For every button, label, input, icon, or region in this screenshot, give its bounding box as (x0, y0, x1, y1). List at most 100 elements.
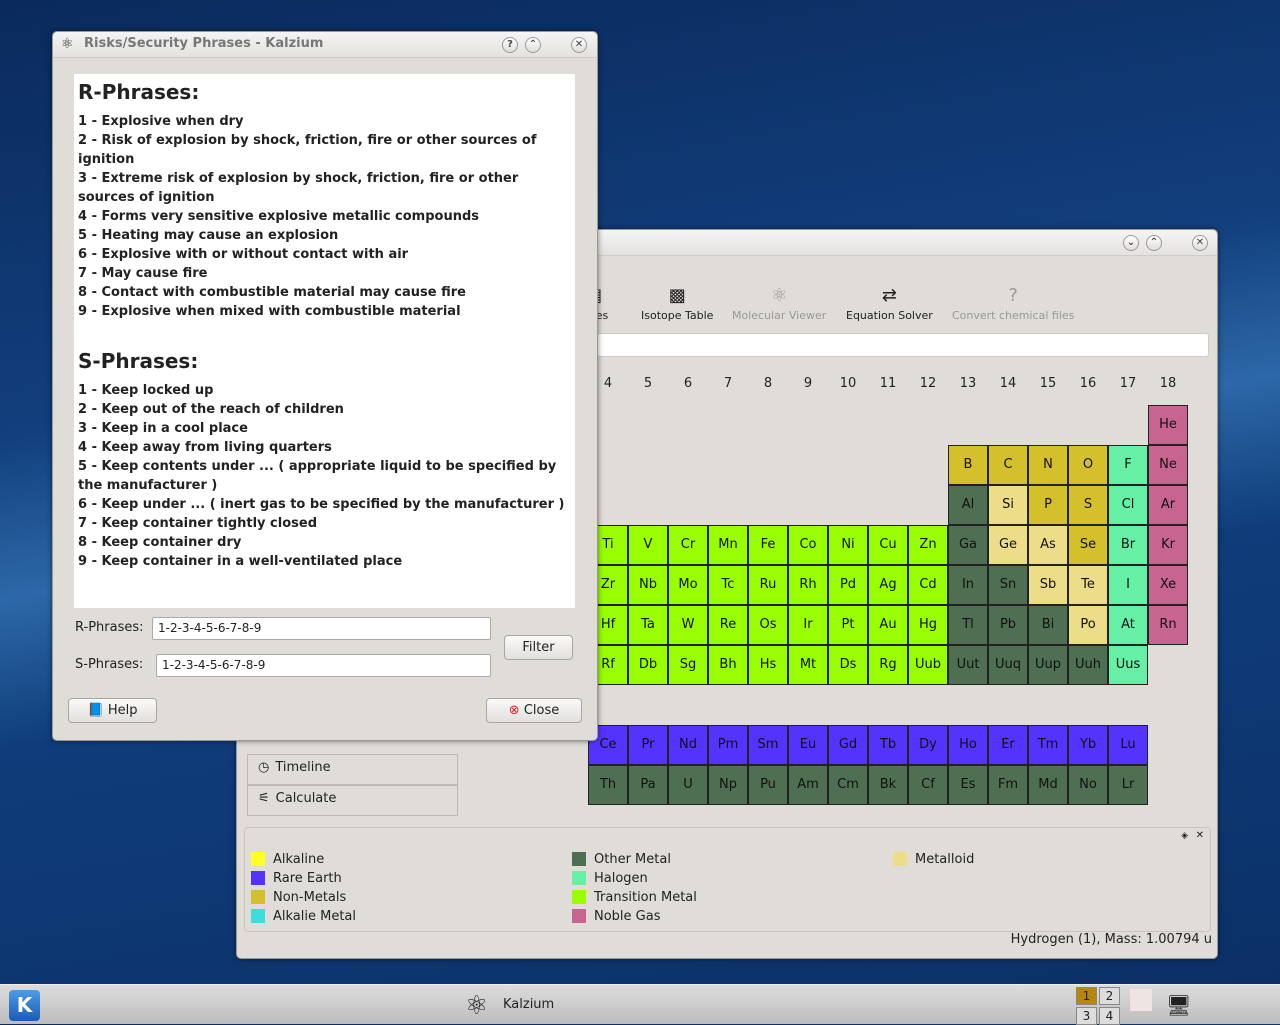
element-At[interactable]: At (1108, 605, 1148, 645)
element-Ho[interactable]: Ho (948, 725, 988, 765)
element-Pm[interactable]: Pm (708, 725, 748, 765)
element-Ds[interactable]: Ds (828, 645, 868, 685)
element-Pb[interactable]: Pb (988, 605, 1028, 645)
element-Sb[interactable]: Sb (1028, 565, 1068, 605)
element-Er[interactable]: Er (988, 725, 1028, 765)
element-Br[interactable]: Br (1108, 525, 1148, 565)
element-Yb[interactable]: Yb (1068, 725, 1108, 765)
close-button[interactable]: ⊗ Close (486, 698, 582, 723)
element-Sg[interactable]: Sg (668, 645, 708, 685)
element-Cl[interactable]: Cl (1108, 485, 1148, 525)
element-Mo[interactable]: Mo (668, 565, 708, 605)
element-Co[interactable]: Co (788, 525, 828, 565)
element-Rg[interactable]: Rg (868, 645, 908, 685)
element-Cr[interactable]: Cr (668, 525, 708, 565)
element-F[interactable]: F (1108, 445, 1148, 485)
element-Sm[interactable]: Sm (748, 725, 788, 765)
element-Ge[interactable]: Ge (988, 525, 1028, 565)
dialog-titlebar[interactable]: ⚛ Risks/Security Phrases - Kalzium ? ⌃ ✕ (53, 32, 597, 58)
desktop-1[interactable]: 1 (1076, 987, 1097, 1005)
element-He[interactable]: He (1148, 405, 1188, 445)
element-Ar[interactable]: Ar (1148, 485, 1188, 525)
element-Db[interactable]: Db (628, 645, 668, 685)
element-Cu[interactable]: Cu (868, 525, 908, 565)
element-C[interactable]: C (988, 445, 1028, 485)
element-Xe[interactable]: Xe (1148, 565, 1188, 605)
element-Bk[interactable]: Bk (868, 765, 908, 805)
element-Gd[interactable]: Gd (828, 725, 868, 765)
search-bar[interactable] (597, 333, 1209, 357)
phrases-text-view[interactable]: R-Phrases: 1 - Explosive when dry 2 - Ris… (74, 74, 575, 608)
element-Fe[interactable]: Fe (748, 525, 788, 565)
element-S[interactable]: S (1068, 485, 1108, 525)
element-As[interactable]: As (1028, 525, 1068, 565)
element-Au[interactable]: Au (868, 605, 908, 645)
element-Ne[interactable]: Ne (1148, 445, 1188, 485)
element-Po[interactable]: Po (1068, 605, 1108, 645)
element-Sn[interactable]: Sn (988, 565, 1028, 605)
element-Hg[interactable]: Hg (908, 605, 948, 645)
sidebar-item-calculate[interactable]: ⚟ Calculate (247, 785, 458, 816)
element-N[interactable]: N (1028, 445, 1068, 485)
element-Pt[interactable]: Pt (828, 605, 868, 645)
element-Te[interactable]: Te (1068, 565, 1108, 605)
element-Dy[interactable]: Dy (908, 725, 948, 765)
toolbar-button-3[interactable]: ⇄ Equation Solver (846, 285, 933, 322)
element-Cm[interactable]: Cm (828, 765, 868, 805)
element-Pu[interactable]: Pu (748, 765, 788, 805)
element-Md[interactable]: Md (1028, 765, 1068, 805)
element-Tb[interactable]: Tb (868, 725, 908, 765)
element-Ta[interactable]: Ta (628, 605, 668, 645)
element-P[interactable]: P (1028, 485, 1068, 525)
element-Th[interactable]: Th (588, 765, 628, 805)
element-U[interactable]: U (668, 765, 708, 805)
element-Nd[interactable]: Nd (668, 725, 708, 765)
legend-float-button[interactable]: ◈ (1181, 831, 1188, 841)
element-Uuq[interactable]: Uuq (988, 645, 1028, 685)
element-Uus[interactable]: Uus (1108, 645, 1148, 685)
element-B[interactable]: B (948, 445, 988, 485)
element-Uuh[interactable]: Uuh (1068, 645, 1108, 685)
element-Tc[interactable]: Tc (708, 565, 748, 605)
element-Ru[interactable]: Ru (748, 565, 788, 605)
element-Zn[interactable]: Zn (908, 525, 948, 565)
element-In[interactable]: In (948, 565, 988, 605)
maximize-button[interactable]: ⌃ (525, 37, 541, 53)
element-Ni[interactable]: Ni (828, 525, 868, 565)
toolbar-button-1[interactable]: ▩ Isotope Table (641, 285, 713, 322)
element-Es[interactable]: Es (948, 765, 988, 805)
element-Mt[interactable]: Mt (788, 645, 828, 685)
element-Se[interactable]: Se (1068, 525, 1108, 565)
element-Ag[interactable]: Ag (868, 565, 908, 605)
element-Cf[interactable]: Cf (908, 765, 948, 805)
element-Rh[interactable]: Rh (788, 565, 828, 605)
element-Ga[interactable]: Ga (948, 525, 988, 565)
element-Re[interactable]: Re (708, 605, 748, 645)
s-phrases-input[interactable]: 1-2-3-4-5-6-7-8-9 (156, 654, 491, 677)
element-Kr[interactable]: Kr (1148, 525, 1188, 565)
toolbar-button-4[interactable]: ? Convert chemical files (952, 285, 1074, 322)
element-V[interactable]: V (628, 525, 668, 565)
maximize-button[interactable]: ⌃ (1146, 235, 1162, 251)
element-Nb[interactable]: Nb (628, 565, 668, 605)
element-Lu[interactable]: Lu (1108, 725, 1148, 765)
element-O[interactable]: O (1068, 445, 1108, 485)
close-window-button[interactable]: ✕ (571, 37, 587, 53)
element-No[interactable]: No (1068, 765, 1108, 805)
element-Bi[interactable]: Bi (1028, 605, 1068, 645)
element-Al[interactable]: Al (948, 485, 988, 525)
element-Np[interactable]: Np (708, 765, 748, 805)
toolbar-button-2[interactable]: ⚛ Molecular Viewer (732, 285, 826, 322)
element-Eu[interactable]: Eu (788, 725, 828, 765)
element-Os[interactable]: Os (748, 605, 788, 645)
element-Uup[interactable]: Uup (1028, 645, 1068, 685)
sidebar-item-timeline[interactable]: ◷ Timeline (247, 754, 458, 785)
element-Si[interactable]: Si (988, 485, 1028, 525)
r-phrases-input[interactable]: 1-2-3-4-5-6-7-8-9 (152, 617, 491, 640)
element-Rn[interactable]: Rn (1148, 605, 1188, 645)
filter-button[interactable]: Filter (504, 635, 573, 660)
help-context-button[interactable]: ? (502, 37, 518, 53)
desktop-3[interactable]: 3 (1076, 1007, 1097, 1025)
legend-close-button[interactable]: ✕ (1196, 830, 1204, 841)
desktop-4[interactable]: 4 (1099, 1007, 1120, 1025)
